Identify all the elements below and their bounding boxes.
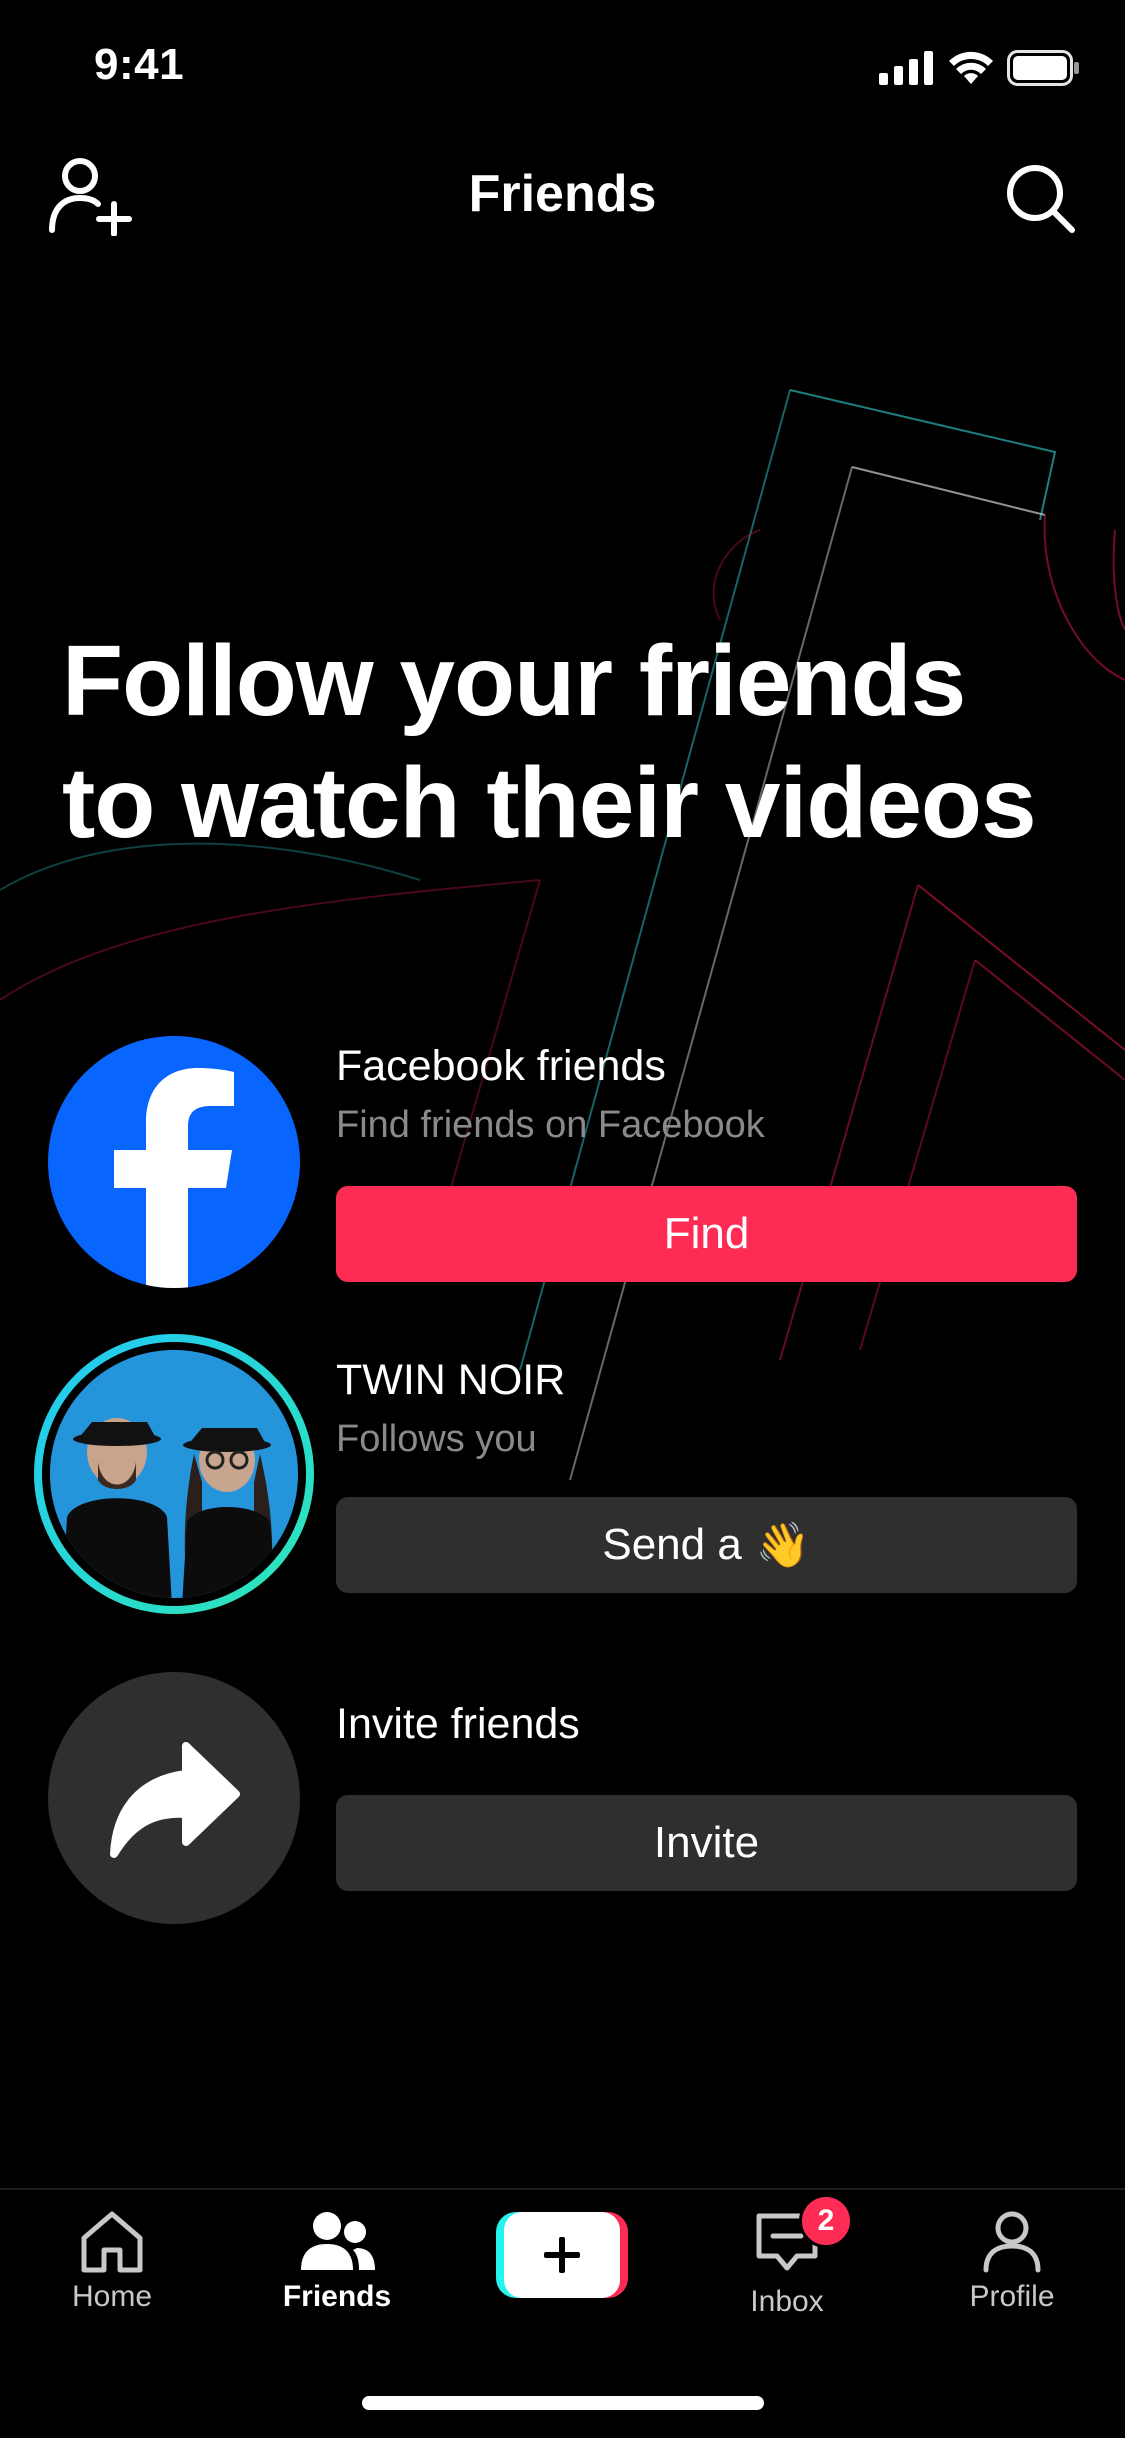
signal-icon — [879, 51, 933, 85]
search-button[interactable] — [1004, 162, 1076, 234]
home-icon — [81, 2211, 143, 2273]
send-wave-label: Send a — [602, 1520, 742, 1569]
facebook-row-subtitle: Find friends on Facebook — [336, 1104, 765, 1146]
tab-inbox-label: Inbox — [750, 2285, 824, 2318]
create-button[interactable] — [462, 2212, 662, 2298]
facebook-logo-icon — [114, 1068, 234, 1288]
invite-button[interactable]: Invite — [336, 1795, 1077, 1891]
tab-home-label: Home — [71, 2280, 153, 2313]
avatar-photo — [50, 1350, 298, 1598]
search-icon — [1007, 165, 1075, 233]
friends-icon — [301, 2212, 375, 2270]
tab-home[interactable]: Home — [12, 2208, 212, 2314]
battery-icon — [1007, 50, 1079, 86]
invite-row-title: Invite friends — [336, 1700, 580, 1748]
twin-noir-avatar[interactable] — [34, 1334, 314, 1614]
inbox-icon-wrap: 2 — [751, 2194, 853, 2279]
status-time: 9:41 — [94, 40, 185, 89]
suggested-user-subtitle: Follows you — [336, 1418, 537, 1460]
status-icons — [879, 50, 1081, 86]
tab-friends[interactable]: Friends — [237, 2208, 437, 2314]
page-title: Friends — [468, 165, 657, 223]
tab-profile-label: Profile — [969, 2280, 1055, 2313]
wave-emoji-icon: 👋 — [755, 1521, 811, 1570]
suggested-user-name: TWIN NOIR — [336, 1356, 566, 1404]
tab-friends-label: Friends — [282, 2280, 392, 2313]
headline: Follow your friends to watch their video… — [62, 625, 1037, 859]
tab-inbox[interactable]: 2 Inbox — [687, 2194, 887, 2319]
find-button[interactable]: Find — [336, 1186, 1077, 1282]
home-indicator — [362, 2396, 764, 2410]
facebook-row-title: Facebook friends — [336, 1042, 666, 1090]
tab-profile[interactable]: Profile — [912, 2208, 1112, 2314]
send-wave-button[interactable]: Send a 👋 — [336, 1497, 1077, 1593]
share-arrow-icon — [110, 1742, 240, 1858]
create-plus-icon — [496, 2212, 628, 2298]
profile-icon — [983, 2211, 1041, 2273]
invite-avatar — [48, 1672, 300, 1924]
wifi-icon — [949, 51, 993, 84]
inbox-badge: 2 — [799, 2194, 853, 2248]
facebook-avatar — [48, 1036, 300, 1288]
avatar-ring-gap — [42, 1342, 306, 1606]
